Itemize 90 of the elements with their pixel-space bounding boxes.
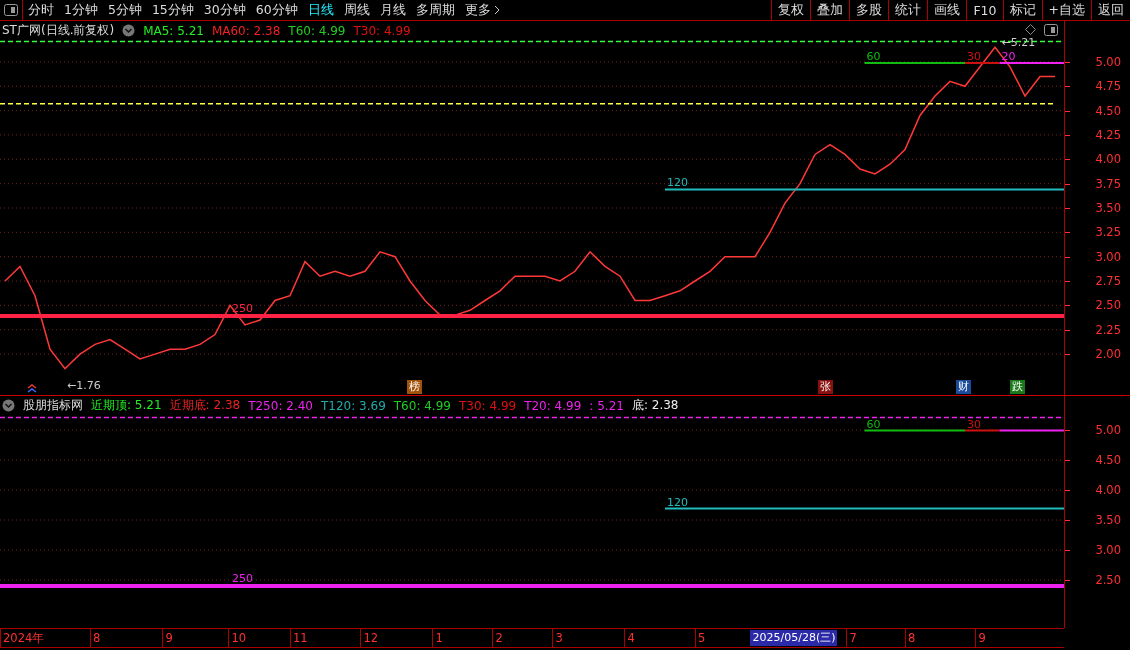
double-up-arrow-icon bbox=[27, 384, 37, 393]
level-label: 30 bbox=[967, 49, 981, 63]
period-tab[interactable]: 60分钟 bbox=[250, 0, 303, 20]
axis-tick-label: 2.25 bbox=[1095, 322, 1121, 337]
level-label: 250 bbox=[231, 302, 253, 316]
tool-button[interactable]: 标记 bbox=[1002, 0, 1042, 20]
date-label: 9 bbox=[162, 629, 173, 647]
legend-value: : 5.21 bbox=[589, 398, 624, 413]
date-label: 8 bbox=[90, 629, 101, 647]
legend-value: T120: 3.69 bbox=[320, 398, 386, 413]
price-annotation: ←1.76 bbox=[66, 379, 101, 393]
legend-value: T60: 4.99 bbox=[393, 398, 451, 413]
date-label: 10 bbox=[228, 629, 247, 647]
legend-value: T30: 4.99 bbox=[458, 398, 517, 413]
axis-tick-label: 4.50 bbox=[1095, 103, 1121, 118]
date-label: 11 bbox=[289, 629, 308, 647]
axis-tick-label: 2.75 bbox=[1095, 274, 1121, 289]
axis-tick-label: 2.00 bbox=[1095, 347, 1121, 362]
tool-button[interactable]: 统计 bbox=[888, 0, 928, 20]
event-marker[interactable]: 财 bbox=[956, 380, 972, 394]
legend-value: MA5: 5.21 bbox=[143, 23, 204, 38]
axis-tick-label: 3.25 bbox=[1095, 225, 1121, 240]
axis-tick-label: 4.25 bbox=[1095, 127, 1121, 142]
tool-button[interactable]: F10 bbox=[966, 0, 1003, 20]
legend-value: 近期底: 2.38 bbox=[169, 397, 241, 414]
axis-tick-label: 4.00 bbox=[1095, 483, 1121, 497]
tool-button[interactable]: +自选 bbox=[1041, 0, 1091, 20]
tool-button[interactable]: 多股 bbox=[849, 0, 889, 20]
axis-tick-label: 5.00 bbox=[1095, 54, 1121, 69]
period-tab[interactable]: 30分钟 bbox=[198, 0, 251, 20]
date-label: 12 bbox=[360, 629, 379, 647]
level-label: 60 bbox=[866, 417, 881, 431]
axis-tick-label: 4.00 bbox=[1095, 152, 1121, 167]
period-tab[interactable]: 1分钟 bbox=[59, 0, 103, 20]
period-tab[interactable]: 5分钟 bbox=[102, 0, 147, 20]
level-label: 30 bbox=[967, 417, 981, 431]
date-label: 2 bbox=[492, 629, 503, 647]
event-marker[interactable]: 跌 bbox=[1010, 380, 1026, 394]
legend-value: 近期顶: 5.21 bbox=[91, 397, 162, 414]
axis-tick-label: 3.50 bbox=[1095, 201, 1121, 215]
tool-button[interactable]: 画线 bbox=[927, 0, 967, 20]
axis-tick-label: 3.00 bbox=[1095, 543, 1121, 557]
axis-tick-label: 3.00 bbox=[1095, 249, 1121, 264]
event-marker[interactable]: 榜 bbox=[407, 380, 423, 394]
panel-toggle-icon[interactable] bbox=[1044, 24, 1058, 36]
date-label: 2024年 bbox=[0, 629, 45, 647]
legend-title: ST广网(日线.前复权) bbox=[2, 22, 115, 39]
period-tab[interactable]: 多周期 bbox=[410, 0, 460, 20]
legend-value: T20: 4.99 bbox=[524, 398, 582, 413]
level-label: 250 bbox=[231, 572, 253, 585]
panel-toggle-icon[interactable] bbox=[4, 4, 18, 16]
date-label: 4 bbox=[624, 629, 635, 647]
collapse-chevron-icon[interactable] bbox=[122, 24, 136, 37]
date-label: 5 bbox=[694, 629, 706, 647]
period-tab[interactable]: 周线 bbox=[338, 0, 375, 20]
period-tab[interactable]: 月线 bbox=[374, 0, 411, 20]
legend-value: 底: 2.38 bbox=[631, 397, 679, 414]
axis-tick-label: 2.50 bbox=[1095, 573, 1121, 587]
axis-tick-label: 5.00 bbox=[1095, 423, 1121, 437]
diamond-icon[interactable] bbox=[1025, 24, 1036, 35]
legend-value: T60: 4.99 bbox=[288, 23, 346, 38]
legend-title: 股朋指标网 bbox=[23, 397, 83, 414]
more-button[interactable]: 更多 bbox=[459, 0, 505, 20]
collapse-chevron-icon[interactable] bbox=[2, 399, 15, 412]
legend-value: T30: 4.99 bbox=[353, 23, 411, 38]
period-tab[interactable]: 分时 bbox=[23, 0, 59, 20]
period-tab[interactable]: 15分钟 bbox=[146, 0, 199, 20]
axis-tick-label: 3.50 bbox=[1095, 513, 1121, 527]
level-label: 20 bbox=[1001, 49, 1016, 63]
cursor-date: 2025/05/28(三) bbox=[750, 630, 838, 646]
legend-value: MA60: 2.38 bbox=[211, 23, 281, 38]
date-label: 1 bbox=[432, 629, 443, 647]
date-label: 9 bbox=[975, 629, 986, 647]
level-label: 120 bbox=[667, 176, 688, 190]
date-label: 8 bbox=[905, 629, 916, 647]
axis-tick-label: 4.50 bbox=[1095, 453, 1121, 467]
level-label: 60 bbox=[866, 49, 881, 63]
event-marker[interactable]: 张 bbox=[818, 380, 834, 394]
chevron-right-icon bbox=[493, 5, 500, 15]
tool-button[interactable]: 复权 bbox=[771, 0, 811, 20]
tool-button[interactable]: 返回 bbox=[1091, 0, 1130, 20]
date-label: 7 bbox=[846, 629, 857, 647]
legend-value: T250: 2.40 bbox=[248, 398, 313, 413]
period-tab[interactable]: 日线 bbox=[302, 0, 339, 20]
tool-button[interactable]: 叠加 bbox=[810, 0, 850, 20]
axis-tick-label: 2.50 bbox=[1095, 298, 1121, 313]
date-label: 3 bbox=[552, 629, 563, 647]
axis-tick-label: 4.75 bbox=[1095, 79, 1121, 94]
axis-tick-label: 3.75 bbox=[1095, 176, 1121, 191]
level-label: 120 bbox=[667, 495, 688, 509]
